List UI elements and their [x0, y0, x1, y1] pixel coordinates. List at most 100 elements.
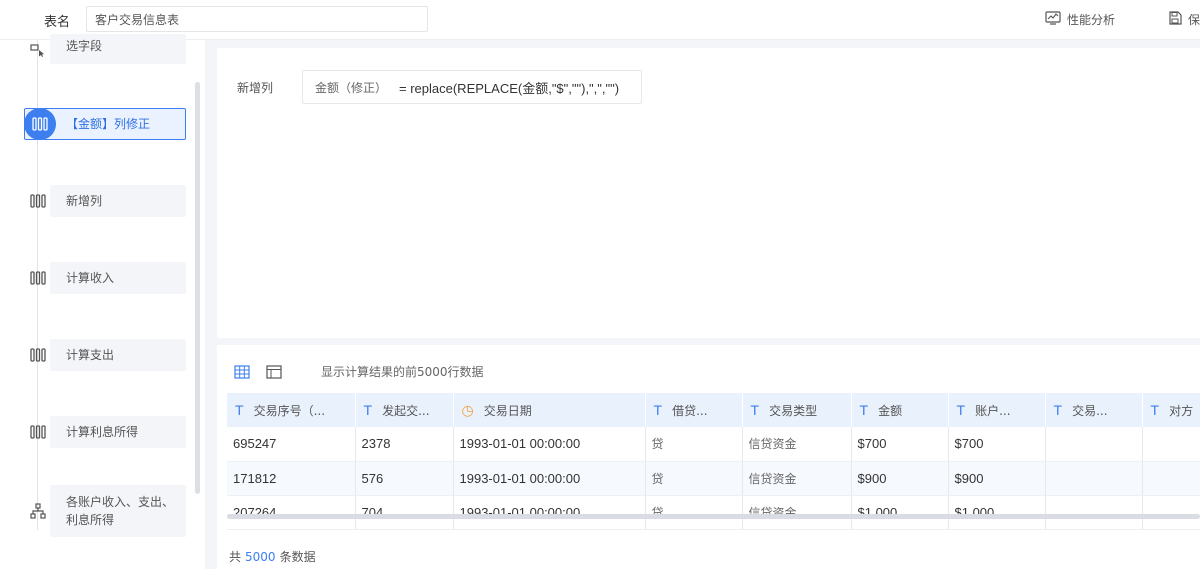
result-card: 显示计算结果的前5000行数据 T 交易序号（... T 发起交... ◷ 交易日期 … [217, 345, 1200, 569]
table-cell[interactable] [1045, 461, 1143, 496]
column-header[interactable]: T 金额 [851, 393, 949, 427]
table-cell[interactable]: 1993-01-01 00:00:00 [453, 427, 646, 462]
table-cell[interactable]: 207264 [227, 495, 356, 530]
table-cell[interactable]: 2378 [355, 427, 454, 462]
column-header[interactable]: T 交易序号（... [227, 393, 356, 427]
step-label: 计算收入 [66, 271, 115, 285]
formula-expression: = replace(REPLACE(金额,"$",""),",","") [399, 80, 620, 96]
grid-view-icon [234, 365, 250, 379]
table-cell[interactable]: 贷 [645, 427, 743, 462]
column-header-label: 发起交... [382, 403, 430, 418]
text-type-icon: T [750, 401, 760, 418]
table-row: 171812 576 1993-01-01 00:00:00 贷 信贷资金 $9… [227, 461, 1200, 496]
text-type-icon: T [653, 401, 663, 418]
table-cell[interactable]: $700 [851, 427, 949, 462]
table-cell[interactable] [1142, 495, 1200, 530]
monitor-chart-icon [1045, 11, 1061, 28]
column-header-label: 金额 [878, 403, 903, 418]
performance-analysis-label: 性能分析 [1067, 13, 1116, 27]
save-label: 保 [1188, 13, 1200, 27]
step-calc-expense[interactable]: 计算支出 [22, 339, 186, 371]
table-cell[interactable]: 1993-01-01 00:00:00 [453, 495, 646, 530]
step-label: 【金额】列修正 [66, 117, 151, 131]
result-table: T 交易序号（... T 发起交... ◷ 交易日期 T 借贷... T 交易类型 T 金额… [227, 393, 1200, 530]
table-cell[interactable]: 695247 [227, 427, 356, 462]
table-cell[interactable]: 信贷资金 [742, 461, 852, 496]
table-row: 207264 704 1993-01-01 00:00:00 贷 信贷资金 $1… [227, 495, 1200, 530]
formula-card: 新增列 金额（修正） = replace(REPLACE(金额,"$",""),… [217, 48, 1200, 338]
table-cell[interactable]: 1993-01-01 00:00:00 [453, 461, 646, 496]
row-count-value: 5000 [245, 550, 276, 564]
row-count-prefix: 共 [229, 550, 242, 564]
table-cell[interactable] [1142, 461, 1200, 496]
step-label: 新增列 [66, 194, 103, 208]
column-header[interactable]: T 发起交... [355, 393, 454, 427]
table-cell[interactable]: $900 [948, 461, 1046, 496]
table-name-input[interactable] [86, 6, 428, 32]
text-type-icon: T [235, 401, 244, 418]
column-header[interactable]: T 账户... [948, 393, 1046, 427]
row-count-suffix: 条数据 [279, 550, 316, 564]
result-caption: 显示计算结果的前5000行数据 [321, 365, 484, 379]
step-panel-scrollbar[interactable] [195, 82, 200, 494]
save-button[interactable]: 保 [1168, 11, 1200, 28]
table-name-label: 表名 [44, 15, 71, 30]
select-fields-icon [28, 40, 48, 60]
step-active-indicator [24, 108, 56, 140]
row-count-footer: 共 5000 条数据 [229, 548, 316, 565]
columns-icon [32, 117, 48, 131]
step-calc-interest[interactable]: 计算利息所得 [22, 416, 186, 448]
columns-icon [28, 191, 48, 211]
step-select-fields[interactable]: 选字段 [22, 34, 186, 66]
table-header-row: T 交易序号（... T 发起交... ◷ 交易日期 T 借贷... T 交易类型 T 金额… [227, 393, 1200, 427]
table-horizontal-scrollbar[interactable] [227, 514, 1200, 519]
text-type-icon: T [1150, 401, 1160, 418]
formula-target-column: 金额（修正） [315, 80, 388, 95]
table-cell[interactable]: 贷 [645, 461, 743, 496]
table-cell[interactable] [1045, 495, 1143, 530]
step-group-summary[interactable]: 各账户收入、支出、利息所得 [22, 485, 186, 537]
column-header-label: 交易类型 [769, 403, 818, 418]
table-cell[interactable]: $900 [851, 461, 949, 496]
table-cell[interactable]: 信贷资金 [742, 495, 852, 530]
columns-icon [28, 268, 48, 288]
table-cell[interactable]: 704 [355, 495, 454, 530]
group-icon [28, 501, 48, 521]
column-header[interactable]: T 交易... [1045, 393, 1143, 427]
table-cell[interactable]: 576 [355, 461, 454, 496]
table-cell[interactable] [1142, 427, 1200, 462]
table-cell[interactable]: $1,000 [948, 495, 1046, 530]
step-calc-income[interactable]: 计算收入 [22, 262, 186, 294]
clock-icon: ◷ [461, 401, 474, 418]
formula-label: 新增列 [237, 81, 274, 95]
step-label: 计算利息所得 [66, 425, 139, 439]
table-cell[interactable]: 贷 [645, 495, 743, 530]
layout-view-icon [266, 365, 282, 379]
layout-view-button[interactable] [265, 363, 283, 381]
column-header-label: 交易日期 [483, 403, 532, 418]
table-row: 695247 2378 1993-01-01 00:00:00 贷 信贷资金 $… [227, 427, 1200, 462]
main-area: 新增列 金额（修正） = replace(REPLACE(金额,"$",""),… [205, 40, 1200, 569]
formula-editor[interactable]: 金额（修正） = replace(REPLACE(金额,"$",""),",",… [302, 70, 642, 104]
table-cell[interactable]: 171812 [227, 461, 356, 496]
text-type-icon: T [956, 401, 966, 418]
table-cell[interactable]: $1,000 [851, 495, 949, 530]
performance-analysis-button[interactable]: 性能分析 [1045, 11, 1115, 28]
column-header[interactable]: T 借贷... [645, 393, 743, 427]
table-cell[interactable]: 信贷资金 [742, 427, 852, 462]
step-add-column[interactable]: 新增列 [22, 185, 186, 217]
grid-view-button[interactable] [233, 363, 251, 381]
column-header-label: 对方 [1169, 403, 1194, 418]
step-label: 选字段 [66, 39, 103, 53]
columns-icon [28, 345, 48, 365]
column-header-label: 交易序号（... [253, 403, 326, 418]
column-header[interactable]: ◷ 交易日期 [453, 393, 646, 427]
table-cell[interactable] [1045, 427, 1143, 462]
column-header[interactable]: T 交易类型 [742, 393, 852, 427]
column-header[interactable]: T 对方 [1142, 393, 1200, 427]
text-type-icon: T [859, 401, 869, 418]
step-amount-fix[interactable]: 【金额】列修正 [22, 108, 186, 140]
column-header-label: 账户... [975, 403, 1011, 418]
step-label: 计算支出 [66, 348, 115, 362]
table-cell[interactable]: $700 [948, 427, 1046, 462]
